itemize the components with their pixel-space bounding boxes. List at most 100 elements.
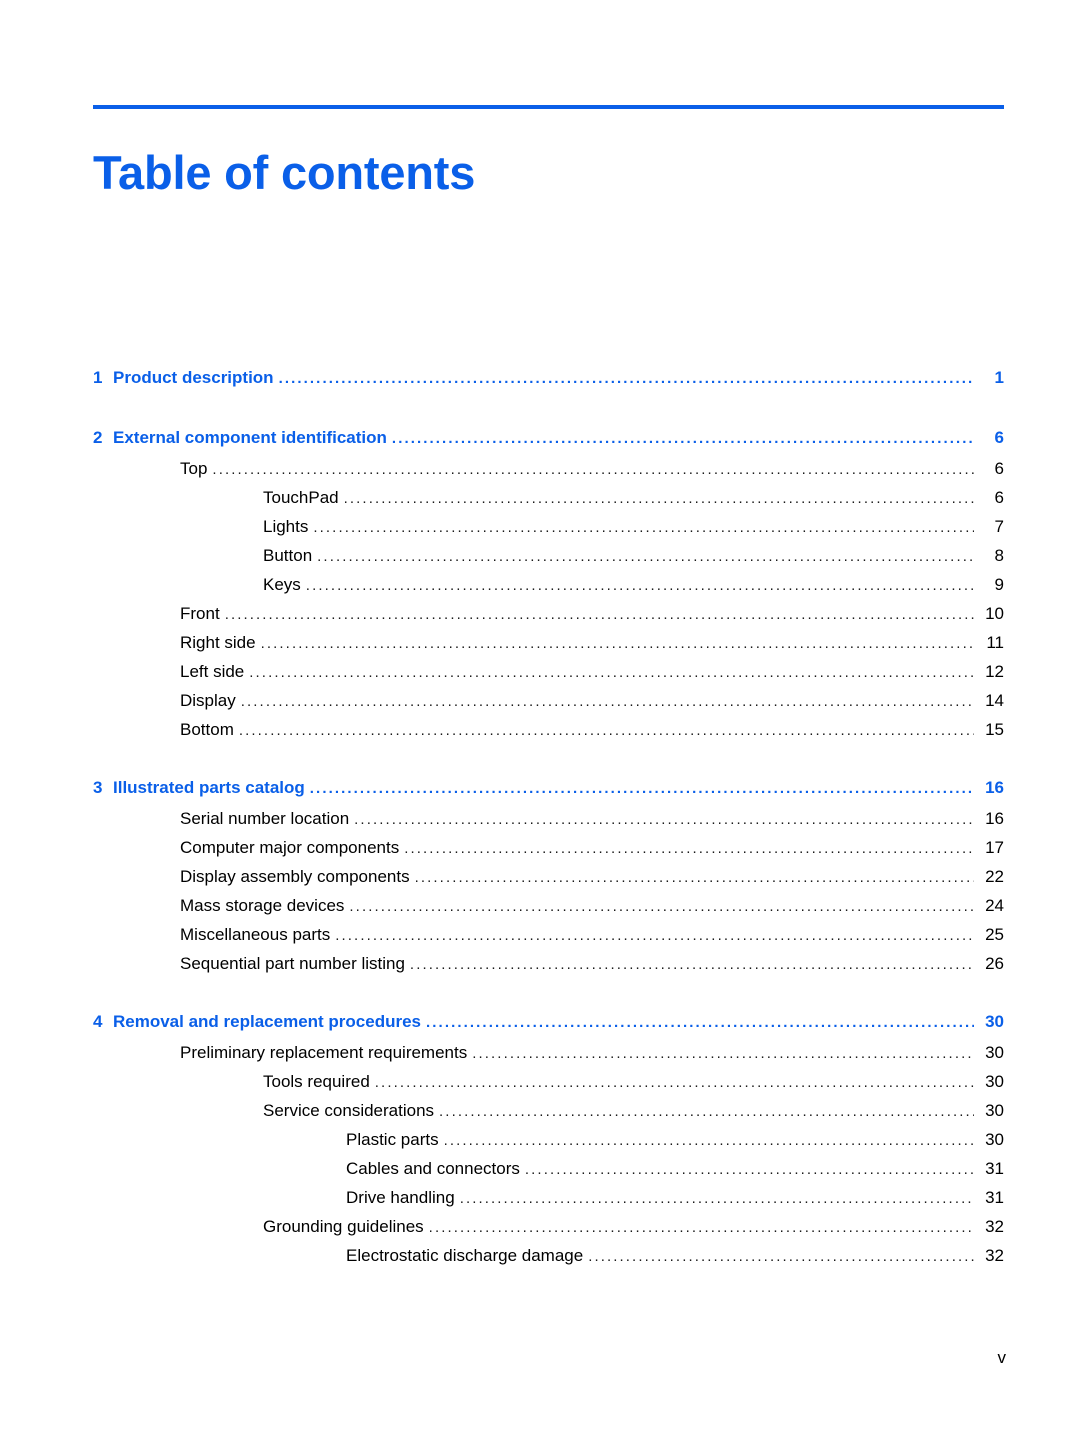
toc-leader-dots: ........................................… bbox=[588, 1249, 974, 1264]
toc-entry-label: Tools required bbox=[263, 1072, 370, 1091]
toc-entry-page-number: 12 bbox=[985, 662, 1004, 681]
toc-leader-dots: ........................................… bbox=[524, 1162, 974, 1177]
toc-entry-label: Drive handling bbox=[346, 1188, 455, 1207]
toc-entry[interactable]: 2 External component identification......… bbox=[93, 428, 1004, 459]
toc-leader-dots: ........................................… bbox=[335, 928, 974, 943]
toc-entry[interactable]: Miscellaneous parts.....................… bbox=[93, 925, 1004, 954]
toc-entry-page-number: 14 bbox=[985, 691, 1004, 710]
toc-entry-label: Grounding guidelines bbox=[263, 1217, 424, 1236]
toc-leader-dots: ........................................… bbox=[443, 1133, 974, 1148]
toc-entry-page-number: 30 bbox=[985, 1012, 1004, 1031]
toc-leader-dots: ........................................… bbox=[278, 371, 974, 386]
toc-leader-dots: ........................................… bbox=[428, 1220, 974, 1235]
toc-leader-dots: ........................................… bbox=[414, 870, 974, 885]
toc-entry[interactable]: Electrostatic discharge damage..........… bbox=[93, 1246, 1004, 1275]
toc-leader-dots: ........................................… bbox=[374, 1075, 974, 1090]
page-title: Table of contents bbox=[93, 146, 476, 200]
toc-entry-page-number: 6 bbox=[994, 488, 1004, 507]
toc-entry-label: Product description bbox=[113, 368, 274, 387]
toc-entry-label: Lights bbox=[263, 517, 309, 536]
toc-leader-dots: ........................................… bbox=[305, 578, 974, 593]
toc-entry-label: Preliminary replacement requirements bbox=[180, 1043, 468, 1062]
toc-entry-page-number: 22 bbox=[985, 867, 1004, 886]
toc-entry-label: Removal and replacement procedures bbox=[113, 1012, 422, 1031]
toc-entry-label: Keys bbox=[263, 575, 301, 594]
toc-entry[interactable]: Cables and connectors...................… bbox=[93, 1159, 1004, 1188]
toc-entry-label: Top bbox=[180, 459, 208, 478]
toc-entry-page-number: 15 bbox=[985, 720, 1004, 739]
toc-leader-dots: ........................................… bbox=[349, 899, 974, 914]
toc-entry[interactable]: 3 Illustrated parts catalog..............… bbox=[93, 778, 1004, 809]
toc-entry-label: Right side bbox=[180, 633, 256, 652]
toc-entry-page-number: 31 bbox=[985, 1188, 1004, 1207]
toc-leader-dots: ........................................… bbox=[313, 520, 974, 535]
toc-entry[interactable]: Display.................................… bbox=[93, 691, 1004, 720]
toc-entry[interactable]: Plastic parts...........................… bbox=[93, 1130, 1004, 1159]
toc-entry-label: Electrostatic discharge damage bbox=[346, 1246, 584, 1265]
toc-leader-dots: ........................................… bbox=[212, 462, 974, 477]
toc-entry[interactable]: 4 Removal and replacement procedures.....… bbox=[93, 1012, 1004, 1043]
toc-entry[interactable]: Left side...............................… bbox=[93, 662, 1004, 691]
toc-entry-label: Left side bbox=[180, 662, 245, 681]
toc-entry-page-number: 1 bbox=[994, 368, 1004, 387]
toc-entry-label: External component identification bbox=[113, 428, 387, 447]
toc-entry[interactable]: TouchPad................................… bbox=[93, 488, 1004, 517]
toc-entry[interactable]: Service considerations..................… bbox=[93, 1101, 1004, 1130]
toc-entry[interactable]: Grounding guidelines....................… bbox=[93, 1217, 1004, 1246]
toc-entry[interactable]: Display assembly components.............… bbox=[93, 867, 1004, 896]
toc-entry-label: TouchPad bbox=[263, 488, 339, 507]
toc-entry-page-number: 8 bbox=[994, 546, 1004, 565]
toc-entry-label: Sequential part number listing bbox=[180, 954, 405, 973]
toc-entry[interactable]: Front...................................… bbox=[93, 604, 1004, 633]
toc-entry[interactable]: Bottom..................................… bbox=[93, 720, 1004, 749]
toc-leader-dots: ........................................… bbox=[317, 549, 974, 564]
toc-entry-label: Display assembly components bbox=[180, 867, 410, 886]
toc-entry[interactable]: Top.....................................… bbox=[93, 459, 1004, 488]
toc-entry[interactable]: Mass storage devices....................… bbox=[93, 896, 1004, 925]
toc-leader-dots: ........................................… bbox=[404, 841, 974, 856]
toc-entry-page-number: 16 bbox=[985, 778, 1004, 797]
toc-entry-label: Illustrated parts catalog bbox=[113, 778, 305, 797]
toc-entry[interactable]: Sequential part number listing..........… bbox=[93, 954, 1004, 983]
toc-leader-dots: ........................................… bbox=[409, 957, 974, 972]
document-page: Table of contents 1 Product description..… bbox=[0, 0, 1080, 1437]
toc-entry-label: Mass storage devices bbox=[180, 896, 345, 915]
toc-entry[interactable]: Tools required..........................… bbox=[93, 1072, 1004, 1101]
toc-entry-number: 2 bbox=[93, 428, 103, 447]
toc-entry-label: Computer major components bbox=[180, 838, 400, 857]
toc-entry[interactable]: Lights..................................… bbox=[93, 517, 1004, 546]
toc-entry-number: 3 bbox=[93, 778, 103, 797]
toc-leader-dots: ........................................… bbox=[343, 491, 974, 506]
toc-entry-page-number: 31 bbox=[985, 1159, 1004, 1178]
table-of-contents: 1 Product description....................… bbox=[93, 368, 1004, 1275]
toc-entry[interactable]: Keys....................................… bbox=[93, 575, 1004, 604]
toc-entry[interactable]: Right side..............................… bbox=[93, 633, 1004, 662]
toc-entry-label: Front bbox=[180, 604, 220, 623]
toc-entry-label: Service considerations bbox=[263, 1101, 435, 1120]
toc-entry-page-number: 30 bbox=[985, 1130, 1004, 1149]
toc-entry-page-number: 7 bbox=[994, 517, 1004, 536]
toc-entry-label: Serial number location bbox=[180, 809, 350, 828]
toc-entry-page-number: 32 bbox=[985, 1217, 1004, 1236]
toc-leader-dots: ........................................… bbox=[439, 1104, 974, 1119]
toc-entry[interactable]: Preliminary replacement requirements....… bbox=[93, 1043, 1004, 1072]
toc-entry-page-number: 30 bbox=[985, 1072, 1004, 1091]
toc-entry-page-number: 16 bbox=[985, 809, 1004, 828]
toc-entry[interactable]: Computer major components...............… bbox=[93, 838, 1004, 867]
toc-leader-dots: ........................................… bbox=[238, 723, 974, 738]
toc-leader-dots: ........................................… bbox=[391, 431, 974, 446]
toc-entry-label: Cables and connectors bbox=[346, 1159, 520, 1178]
toc-leader-dots: ........................................… bbox=[426, 1015, 974, 1030]
toc-entry[interactable]: Drive handling..........................… bbox=[93, 1188, 1004, 1217]
toc-entry[interactable]: Button..................................… bbox=[93, 546, 1004, 575]
toc-leader-dots: ........................................… bbox=[224, 607, 974, 622]
toc-entry-page-number: 26 bbox=[985, 954, 1004, 973]
toc-leader-dots: ........................................… bbox=[309, 781, 974, 796]
toc-entry[interactable]: Serial number location..................… bbox=[93, 809, 1004, 838]
toc-entry-page-number: 32 bbox=[985, 1246, 1004, 1265]
toc-leader-dots: ........................................… bbox=[472, 1046, 974, 1061]
toc-entry-page-number: 9 bbox=[994, 575, 1004, 594]
toc-entry-page-number: 25 bbox=[985, 925, 1004, 944]
toc-entry-page-number: 6 bbox=[994, 428, 1004, 447]
toc-entry[interactable]: 1 Product description....................… bbox=[93, 368, 1004, 399]
